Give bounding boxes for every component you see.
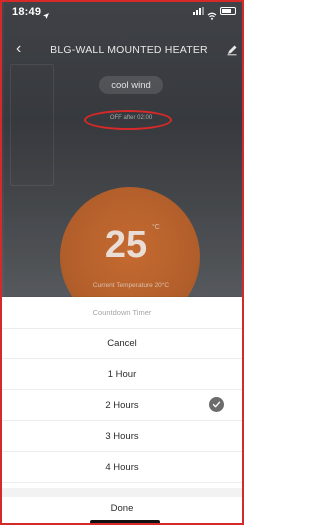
option-1-hour[interactable]: 1 Hour <box>2 359 242 390</box>
battery-icon <box>220 7 236 15</box>
status-time: 18:49 <box>12 6 42 18</box>
option-3-hours[interactable]: 3 Hours <box>2 421 242 452</box>
sheet-separator <box>2 488 242 497</box>
home-indicator <box>90 520 160 523</box>
countdown-timer-sheet: Countdown Timer Cancel 1 Hour 2 Hours 3 … <box>2 297 242 523</box>
option-2-hours[interactable]: 2 Hours <box>2 390 242 421</box>
screenshot-frame: 18:49 ‹ BLG-WALL MOUNTED HEATER cool win… <box>0 0 244 525</box>
cellular-signal-icon <box>193 7 204 15</box>
page-title: BLG-WALL MOUNTED HEATER <box>50 44 208 56</box>
option-cancel[interactable]: Cancel <box>2 328 242 359</box>
status-icons <box>193 7 236 20</box>
wifi-icon <box>207 7 217 20</box>
pencil-icon[interactable] <box>226 43 238 56</box>
current-temperature: Current Temperature 20°C <box>92 282 170 289</box>
temperature-unit: °C <box>152 224 160 231</box>
annotation-circle <box>84 110 172 130</box>
status-bar: 18:49 <box>2 2 242 22</box>
background-shape <box>10 64 54 186</box>
device-control-screen: 18:49 ‹ BLG-WALL MOUNTED HEATER cool win… <box>2 2 242 327</box>
target-temperature: 25 <box>104 224 148 266</box>
mode-button[interactable]: cool wind <box>99 76 163 94</box>
option-label: 2 Hours <box>105 399 139 411</box>
sheet-title: Countdown Timer <box>2 297 242 329</box>
navigation-bar: ‹ BLG-WALL MOUNTED HEATER <box>2 38 242 62</box>
done-button[interactable]: Done <box>2 497 242 519</box>
option-4-hours[interactable]: 4 Hours <box>2 452 242 483</box>
checkmark-circle-icon <box>209 397 224 412</box>
location-arrow-icon <box>42 7 50 19</box>
chevron-left-icon[interactable]: ‹ <box>16 40 21 58</box>
